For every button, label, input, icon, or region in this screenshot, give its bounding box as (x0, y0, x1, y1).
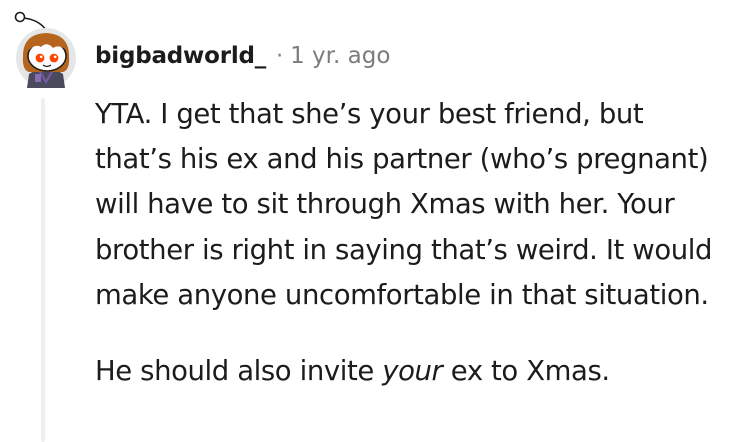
snoo-avatar-icon (14, 11, 76, 88)
comment-paragraph: YTA. I get that she’s your best friend, … (95, 98, 713, 311)
author-username[interactable]: bigbadworld_ (95, 43, 266, 69)
thread-collapse-line[interactable] (41, 98, 45, 442)
user-avatar[interactable] (13, 8, 79, 90)
comment-meta: bigbadworld_ · 1 yr. ago (95, 40, 390, 72)
comment: bigbadworld_ · 1 yr. ago YTA. I get that… (0, 0, 733, 442)
paragraph-text: He should also invite (95, 355, 383, 388)
paragraph-text: ex to Xmas. (442, 355, 610, 388)
emphasized-text: your (382, 355, 443, 388)
comment-timestamp[interactable]: 1 yr. ago (290, 43, 390, 69)
meta-separator: · (276, 43, 284, 69)
comment-paragraph: He should also invite your ex to Xmas. (95, 349, 727, 394)
comment-body: YTA. I get that she’s your best friend, … (95, 92, 727, 394)
